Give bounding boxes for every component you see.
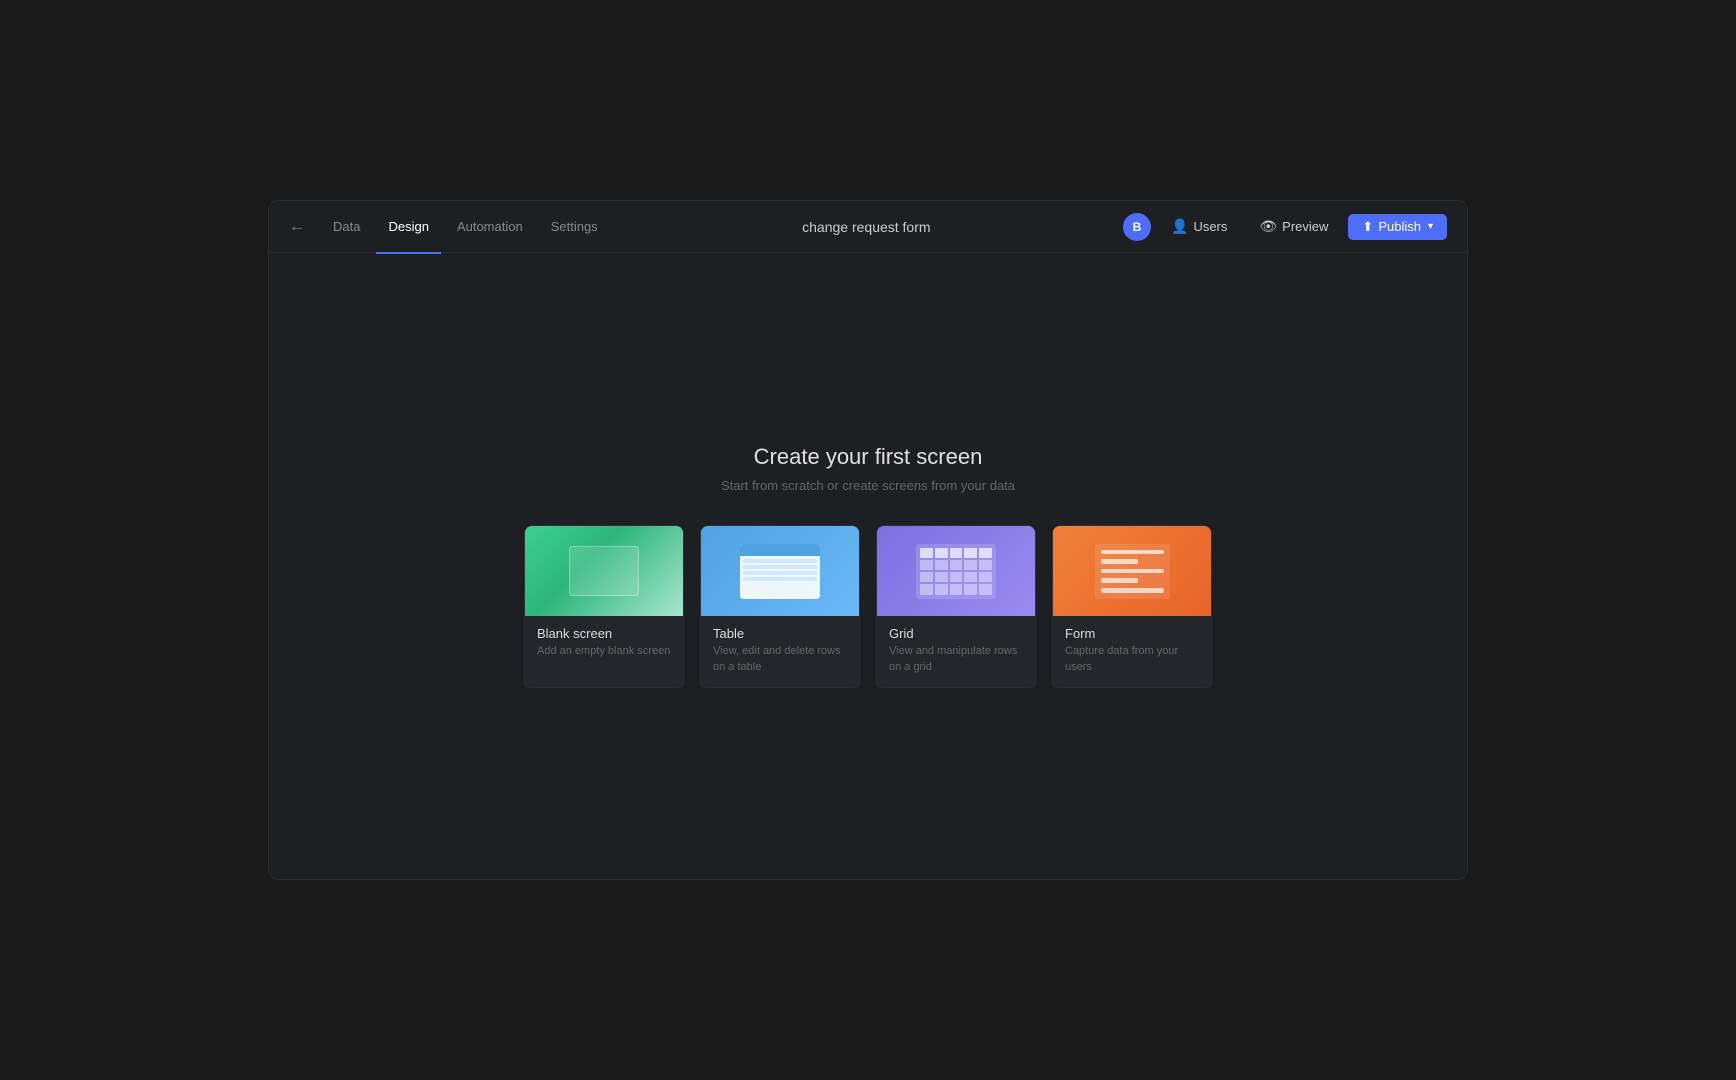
form-screen-info: Form Capture data from your users [1053,616,1211,687]
publish-button[interactable]: ⬆ Publish ▾ [1348,214,1447,240]
form-line [1101,559,1139,564]
create-section: Create your first screen Start from scra… [524,444,1212,688]
form-line [1101,569,1164,574]
form-screen-preview [1053,526,1211,616]
create-title: Create your first screen [754,444,983,470]
screen-cards-row: Blank screen Add an empty blank screen [524,525,1212,688]
table-header-row [740,544,820,556]
grid-cell [979,548,992,558]
tab-automation[interactable]: Automation [445,213,535,240]
grid-cell [964,548,977,558]
grid-cell [950,560,963,570]
grid-cell [920,572,933,582]
navbar: ← Data Design Automation Settings change… [269,201,1467,253]
grid-screen-card[interactable]: Grid View and manipulate rows on a grid [876,525,1036,688]
form-screen-name: Form [1065,626,1199,641]
nav-right-actions: B 👤 Users 👁 Preview ⬆ Publish ▾ [1123,213,1447,241]
grid-screen-name: Grid [889,626,1023,641]
table-screen-info: Table View, edit and delete rows on a ta… [701,616,859,687]
nav-tabs: Data Design Automation Settings [321,213,610,240]
avatar[interactable]: B [1123,213,1151,241]
grid-screen-desc: View and manipulate rows on a grid [889,644,1023,675]
table-screen-name: Table [713,626,847,641]
blank-screen-card[interactable]: Blank screen Add an empty blank screen [524,525,684,688]
grid-cell [950,548,963,558]
form-screen-card[interactable]: Form Capture data from your users [1052,525,1212,688]
grid-cell [935,548,948,558]
table-screen-desc: View, edit and delete rows on a table [713,644,847,675]
app-title: change request form [610,219,1123,235]
form-screen-desc: Capture data from your users [1065,644,1199,675]
grid-cell [964,572,977,582]
grid-cell [964,560,977,570]
form-inner [1095,544,1170,599]
table-row-line [743,565,817,569]
grid-cell [935,560,948,570]
blank-screen-info: Blank screen Add an empty blank screen [525,616,683,671]
grid-cell [935,584,948,594]
table-screen-card[interactable]: Table View, edit and delete rows on a ta… [700,525,860,688]
tab-data[interactable]: Data [321,213,372,240]
grid-screen-info: Grid View and manipulate rows on a grid [877,616,1035,687]
grid-screen-preview [877,526,1035,616]
grid-cell [950,572,963,582]
table-inner [740,544,820,599]
app-window: ← Data Design Automation Settings change… [268,200,1468,880]
grid-cell [920,548,933,558]
tab-settings[interactable]: Settings [539,213,610,240]
blank-screen-name: Blank screen [537,626,671,641]
publish-icon: ⬆ [1362,219,1373,235]
blank-screen-inner [569,546,639,596]
form-line [1101,550,1164,555]
grid-inner [916,544,996,599]
back-button[interactable]: ← [289,218,305,236]
blank-screen-desc: Add an empty blank screen [537,644,671,659]
table-row-line [743,559,817,563]
grid-cell [950,584,963,594]
chevron-down-icon: ▾ [1428,221,1433,232]
users-button[interactable]: 👤 Users [1159,213,1239,240]
create-subtitle: Start from scratch or create screens fro… [721,478,1015,493]
grid-cell [964,584,977,594]
grid-cell [920,560,933,570]
form-line [1101,588,1164,593]
table-rows [740,556,820,584]
table-screen-preview [701,526,859,616]
back-icon: ← [289,218,305,236]
eye-icon: 👁 [1259,218,1277,235]
table-row-line [743,577,817,581]
grid-cell [979,584,992,594]
preview-button[interactable]: 👁 Preview [1247,213,1340,240]
main-content: Create your first screen Start from scra… [269,253,1467,879]
grid-cell [979,560,992,570]
users-icon: 👤 [1171,218,1188,235]
blank-screen-preview [525,526,683,616]
grid-cell [935,572,948,582]
tab-design[interactable]: Design [376,213,440,240]
form-line [1101,578,1139,583]
grid-cell [979,572,992,582]
table-row-line [743,571,817,575]
grid-cell [920,584,933,594]
